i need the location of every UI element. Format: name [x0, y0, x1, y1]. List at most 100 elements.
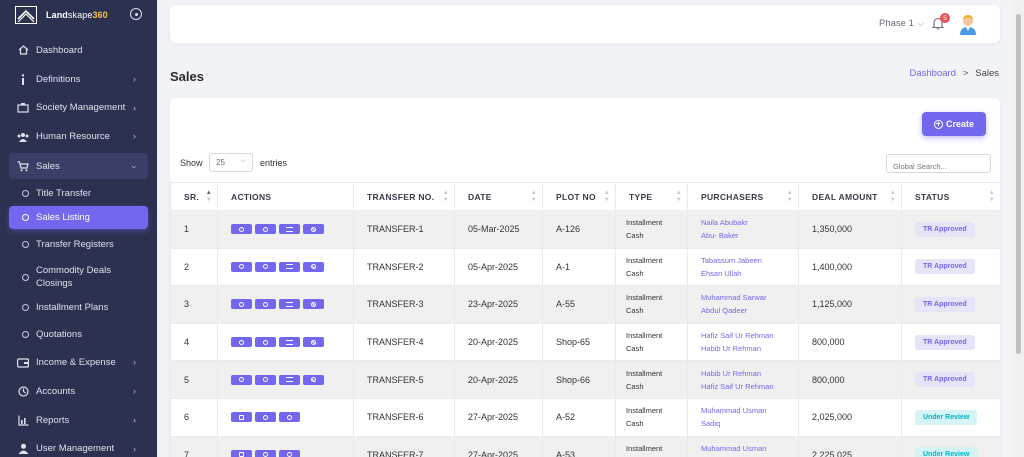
attachment-button[interactable] [255, 224, 276, 235]
attachment-button[interactable] [279, 412, 300, 423]
attachment-icon [287, 414, 292, 420]
cancel-button[interactable] [303, 374, 324, 385]
scrollbar-thumb[interactable] [1016, 14, 1021, 354]
column-header[interactable]: PURCHASERS ▲ ▼ [687, 182, 799, 211]
sidebar-sub-installment-plans[interactable]: Installment Plans [0, 294, 157, 321]
purchaser-link[interactable]: Sadiq [701, 419, 720, 428]
sidebar-item-sales[interactable]: Sales › [9, 153, 148, 180]
purchaser-link[interactable]: Muhammad Usman [701, 406, 766, 415]
sidebar-item-accounts[interactable]: Accounts › [0, 377, 157, 406]
cell-sr: 4 [170, 322, 218, 362]
attachment-button[interactable] [279, 449, 300, 457]
attachment-button[interactable] [255, 261, 276, 272]
column-header[interactable]: PLOT NO ▲ ▼ [542, 182, 616, 211]
transfer-button[interactable] [279, 299, 300, 310]
sidebar-sub-transfer-registers[interactable]: Transfer Registers [0, 229, 157, 260]
cancel-icon [311, 339, 316, 345]
sidebar-item-reports[interactable]: Reports › [0, 406, 157, 435]
users-icon [17, 131, 29, 143]
purchaser-link[interactable]: Hafiz Saif Ur Rehman [701, 331, 774, 340]
status-badge: Under Review [915, 447, 978, 457]
purchaser-link[interactable]: Hafiz Saif Ur Rehman [701, 382, 774, 391]
print-button[interactable] [255, 449, 276, 457]
table-row[interactable]: 5 TRANSFER-5 20-Apr-2025 Shop-66 Installment… [170, 360, 1000, 399]
cell-transfer-no: TRANSFER-5 [353, 360, 455, 399]
sidebar-toggle-icon[interactable] [130, 8, 142, 20]
purchaser-link[interactable]: Abdul Qadeer [701, 306, 747, 315]
table-row[interactable]: 6 TRANSFER-6 27-Apr-2025 A-52 Installment Cas… [170, 397, 1000, 437]
sidebar-sub-commodity-deals-closings[interactable]: Commodity Deals Closings [0, 260, 157, 294]
create-button[interactable]: Create [922, 112, 986, 136]
attachment-button[interactable] [255, 299, 276, 310]
attachment-button[interactable] [255, 374, 276, 385]
sidebar-sub-title-transfer[interactable]: Title Transfer [0, 180, 157, 206]
sidebar-sub-sales-listing[interactable]: Sales Listing [9, 206, 148, 230]
column-header[interactable]: TRANSFER NO. ▲ ▼ [353, 182, 455, 211]
breadcrumb-dashboard-link[interactable]: Dashboard [909, 68, 955, 79]
dashboard-icon [17, 44, 29, 56]
sidebar-item-income-expense[interactable]: Income & Expense › [0, 348, 157, 377]
print-button[interactable] [231, 374, 252, 385]
table-row[interactable]: 7 TRANSFER-727-Apr-2025A-53InstallmentCas… [170, 435, 1000, 457]
brand[interactable]: Landskape360 [0, 0, 157, 30]
table-header-row: SR. ▲ ▼ ACTIONS TRANSFER NO. ▲ ▼ DATE ▲ ▼ PLOT… [170, 182, 1000, 211]
sidebar-item-label: Dashboard [36, 44, 83, 56]
column-header[interactable]: SR. ▲ ▼ [170, 182, 218, 211]
sort-icon: ▲ ▼ [205, 190, 212, 203]
page-scrollbar[interactable] [1013, 0, 1024, 457]
transfer-button[interactable] [279, 224, 300, 235]
purchaser-link[interactable]: Muhammad Sarwar [701, 293, 766, 302]
attachment-button[interactable] [255, 337, 276, 348]
edit-button[interactable] [231, 449, 252, 457]
cancel-button[interactable] [303, 224, 324, 235]
cancel-button[interactable] [303, 337, 324, 348]
row-actions [231, 224, 353, 235]
sidebar-item-human-resource[interactable]: Human Resource › [0, 122, 157, 151]
sidebar-sub-label: Commodity Deals Closings [36, 265, 111, 290]
table-row[interactable]: 1 TRANSFER-1 05-Mar-2025 A-126 Installment Ca… [170, 210, 1000, 249]
cell-date: 20-Apr-2025 [454, 322, 543, 362]
sidebar-sub-label: Title Transfer [36, 187, 92, 199]
column-header[interactable]: DEAL AMOUNT ▲ ▼ [798, 182, 902, 211]
purchaser-link[interactable]: Muhammad Usman [701, 444, 766, 453]
transfer-button[interactable] [279, 337, 300, 348]
avatar[interactable] [957, 13, 979, 35]
print-button[interactable] [231, 224, 252, 235]
column-header[interactable]: DATE ▲ ▼ [454, 182, 543, 211]
purchaser-link[interactable]: Abu- Baker [701, 231, 739, 240]
sort-icon: ▲ ▼ [786, 190, 793, 203]
global-search-input[interactable] [886, 154, 991, 173]
entries-select[interactable]: 25 ⌵ [209, 153, 253, 172]
purchaser-link[interactable]: Habib Ur Rehman [701, 369, 761, 378]
table-row[interactable]: 3 TRANSFER-3 23-Apr-2025 A-55 Installment Cas… [170, 285, 1000, 324]
purchaser-link[interactable]: Tabassum Jabeen [701, 256, 762, 265]
purchaser-link[interactable]: Naila Abubakr [701, 218, 748, 227]
print-button[interactable] [255, 412, 276, 423]
sidebar-item-dashboard[interactable]: Dashboard [0, 36, 157, 65]
cancel-button[interactable] [303, 299, 324, 310]
transfer-button[interactable] [279, 261, 300, 272]
table-row[interactable]: 4 TRANSFER-4 20-Apr-2025 Shop-65 Installment… [170, 322, 1000, 362]
print-button[interactable] [231, 299, 252, 310]
edit-button[interactable] [231, 412, 252, 423]
sidebar-item-user-management[interactable]: User Management › [0, 435, 157, 457]
sidebar-item-society-management[interactable]: Society Management › [0, 94, 157, 123]
purchaser-link[interactable]: Habib Ur Rehman [701, 344, 761, 353]
row-actions [231, 337, 353, 348]
cancel-button[interactable] [303, 261, 324, 272]
table-row[interactable]: 2 TRANSFER-2 05-Apr-2025 A-1 Installment Cash… [170, 247, 1000, 287]
print-icon [239, 301, 244, 307]
print-button[interactable] [231, 337, 252, 348]
cell-status: TR Approved [901, 322, 1000, 362]
phase-selector[interactable]: Phase 1 ⌵ [879, 18, 924, 29]
column-header[interactable]: STATUS ▲ ▼ [901, 182, 1000, 211]
purchaser-link[interactable]: Ehsan Ullah [701, 269, 741, 278]
status-badge: TR Approved [915, 259, 975, 275]
show-label: Show [180, 158, 203, 168]
sidebar-item-definitions[interactable]: Definitions › [0, 65, 157, 94]
sidebar-item-label: User Management [36, 443, 115, 455]
transfer-button[interactable] [279, 374, 300, 385]
sidebar-sub-quotations[interactable]: Quotations [0, 321, 157, 348]
column-header[interactable]: TYPE ▲ ▼ [615, 182, 688, 211]
print-button[interactable] [231, 261, 252, 272]
